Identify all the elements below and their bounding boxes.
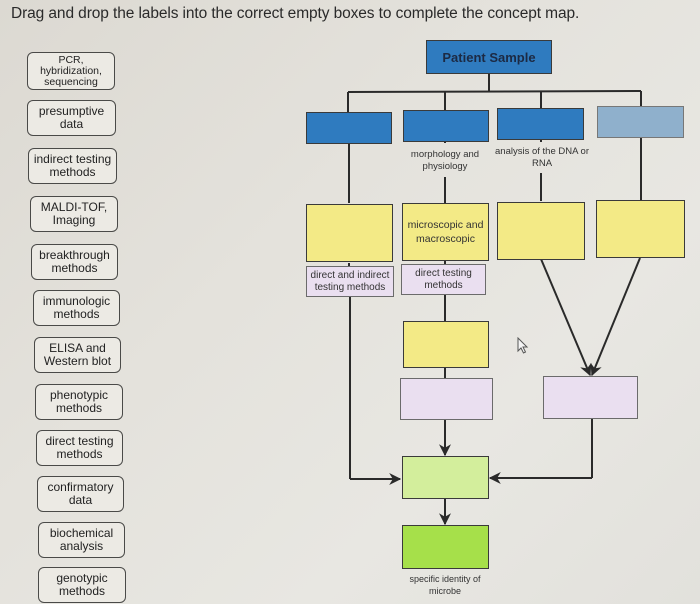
drop-box-level2-4[interactable] — [596, 200, 685, 258]
drop-box-level1-1[interactable] — [306, 112, 392, 144]
drop-box-level2-1[interactable] — [306, 204, 393, 262]
drop-box-level1-4[interactable] — [597, 106, 684, 138]
connector-lines — [347, 73, 642, 526]
caption-specific-identity: specific identity of microbe — [409, 574, 481, 596]
microscopic-box: microscopic and macroscopic — [402, 203, 489, 261]
drop-box-level1-2[interactable] — [403, 110, 489, 142]
level1-bus — [347, 90, 642, 93]
drop-box-light-green[interactable] — [402, 456, 489, 499]
direct-indirect-box: direct and indirect testing methods — [306, 266, 394, 297]
drop-box-level2-3[interactable] — [497, 202, 585, 260]
drop-box-green[interactable] — [402, 525, 489, 569]
caption-dna-rna: analysis of the DNA or RNA — [495, 146, 589, 169]
drop-box-middle-yellow[interactable] — [403, 321, 489, 368]
patient-sample-box: Patient Sample — [426, 40, 552, 74]
drop-box-middle-lavender[interactable] — [400, 378, 493, 420]
caption-morphology: morphology and physiology — [410, 149, 480, 172]
mouse-cursor-icon — [517, 337, 529, 354]
direct-testing-box: direct testing methods — [401, 264, 486, 295]
drop-box-level1-3[interactable] — [497, 108, 584, 140]
drop-box-right-lavender[interactable] — [543, 376, 638, 419]
v-arrow-left — [540, 258, 592, 377]
v-arrow-right — [590, 257, 641, 377]
